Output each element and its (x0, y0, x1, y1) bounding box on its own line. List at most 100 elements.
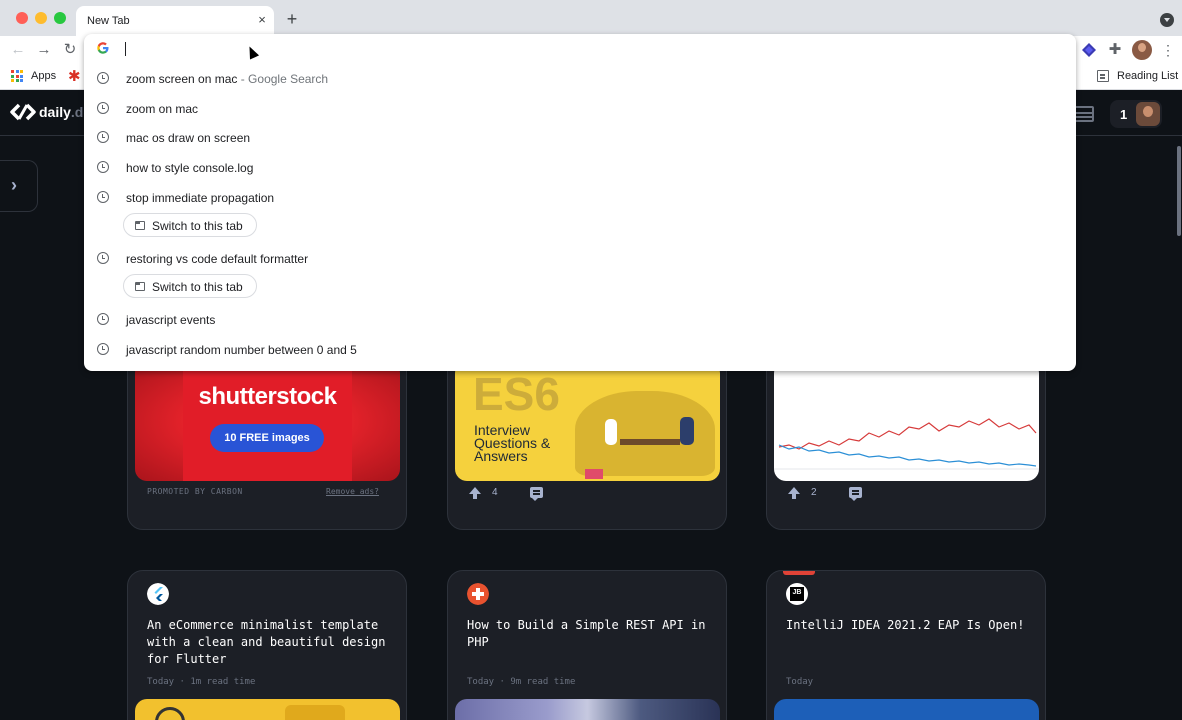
omnibox-dropdown: zoom screen on mac - Google Search zoom … (84, 34, 1076, 371)
sidebar-toggle-button[interactable]: › (0, 160, 38, 212)
bookmark-asterisk-icon[interactable]: ✱ (68, 67, 81, 85)
tab-switch-icon (134, 221, 145, 230)
comment-icon[interactable] (849, 487, 862, 501)
upvote-count: 2 (811, 487, 817, 498)
suggestion-text: stop immediate propagation (126, 191, 275, 205)
switch-to-tab-label: Switch to this tab (152, 280, 243, 294)
history-clock-icon (97, 161, 109, 173)
page-scrollbar[interactable] (1176, 136, 1182, 720)
switch-to-tab-button[interactable]: Switch to this tab (123, 274, 257, 298)
omnibox-suggestion[interactable]: mac os draw on screen (84, 123, 1076, 153)
article-card[interactable]: How to Build a Simple REST API in PHP To… (447, 570, 727, 720)
suggestion-text: restoring vs code default formatter (126, 252, 309, 266)
article-card[interactable]: 2 (766, 352, 1046, 530)
chevron-right-icon: › (11, 175, 17, 195)
es6-image-subtitle: Interview Questions & Answers (474, 422, 551, 464)
promoted-by-label: PROMOTED BY CARBON (147, 487, 243, 496)
omnibox-suggestion[interactable]: stop immediate propagation (84, 183, 1076, 213)
extension-gem-icon[interactable] (1081, 42, 1097, 58)
text-caret (125, 42, 126, 56)
suggestion-text: zoom on mac (126, 102, 199, 116)
promo-image[interactable]: shutterstock 10 FREE images (135, 361, 400, 481)
omnibox-suggestion[interactable]: restoring vs code default formatter (84, 244, 1076, 274)
omnibox-suggestion[interactable]: zoom on mac (84, 94, 1076, 124)
profile-avatar[interactable] (1132, 40, 1152, 60)
promoted-card[interactable]: shutterstock 10 FREE images PROMOTED BY … (127, 352, 407, 530)
omnibox-suggestion[interactable]: javascript events (84, 305, 1076, 335)
tab-close-icon[interactable]: × (255, 13, 269, 27)
article-title[interactable]: An eCommerce minimalist template with a … (147, 617, 397, 668)
reload-icon[interactable]: ↻ (61, 41, 79, 59)
suggestion-text: mac os draw on screen (126, 131, 251, 145)
article-card[interactable]: JB IntelliJ IDEA 2021.2 EAP Is Open! Tod… (766, 570, 1046, 720)
article-meta: Today · 9m read time (467, 677, 576, 687)
jetbrains-source-icon[interactable]: JB (786, 583, 808, 605)
article-title[interactable]: IntelliJ IDEA 2021.2 EAP Is Open! (786, 617, 1036, 634)
window-maximize-button[interactable] (54, 12, 66, 24)
graph-thumbnail (774, 361, 1039, 470)
tab-switch-icon (134, 282, 145, 291)
more-menu-icon[interactable]: ⋮ (1161, 42, 1175, 58)
reading-list-button[interactable]: Reading List (1117, 70, 1178, 82)
omnibox-suggestion[interactable]: javascript random number between 0 and 5 (84, 335, 1076, 365)
history-clock-icon (97, 131, 109, 143)
reading-list-icon[interactable] (1097, 70, 1109, 82)
forward-arrow-icon[interactable]: → (35, 41, 53, 59)
comment-icon[interactable] (530, 487, 543, 501)
es6-image-title: ES6 (473, 368, 560, 420)
history-clock-icon (97, 72, 109, 84)
article-image[interactable] (455, 699, 720, 720)
article-card[interactable]: An eCommerce minimalist template with a … (127, 570, 407, 720)
article-image[interactable] (774, 699, 1039, 720)
history-clock-icon (97, 313, 109, 325)
promo-brand: shutterstock (198, 383, 337, 410)
user-avatar (1136, 102, 1160, 126)
suggestion-text: how to style console.log (126, 161, 254, 175)
switch-to-tab-button[interactable]: Switch to this tab (123, 213, 257, 237)
scroll-thumb[interactable] (1177, 146, 1181, 236)
bookmark-apps[interactable]: Apps (31, 70, 56, 82)
card-actions: 2 (787, 484, 1027, 504)
suggestion-text: zoom screen on mac (126, 72, 238, 86)
tab-strip: New Tab × + (0, 0, 1182, 36)
flutter-source-icon[interactable] (147, 583, 169, 605)
history-clock-icon (97, 102, 109, 114)
reputation-badge[interactable]: 1 (1110, 100, 1162, 128)
upvote-icon[interactable] (468, 486, 482, 500)
tab-new-tab[interactable]: New Tab × (76, 6, 274, 36)
article-meta: Today · 1m read time (147, 677, 256, 687)
daily-logo-icon[interactable] (10, 103, 36, 121)
remove-ads-link[interactable]: Remove ads? (326, 487, 379, 496)
tab-search-icon[interactable] (1160, 13, 1174, 27)
window-close-button[interactable] (16, 12, 28, 24)
extensions-puzzle-icon[interactable]: ✚ (1107, 42, 1123, 58)
article-image[interactable] (774, 361, 1039, 481)
reputation-count: 1 (1120, 107, 1128, 122)
back-arrow-icon[interactable]: ← (9, 41, 27, 59)
history-clock-icon (97, 191, 109, 203)
omnibox-suggestion[interactable]: how to style console.log (84, 153, 1076, 183)
upvote-icon[interactable] (787, 486, 801, 500)
featured-badge (783, 571, 815, 575)
switch-to-tab-label: Switch to this tab (152, 219, 243, 233)
google-g-icon (97, 42, 109, 57)
medical-cross-source-icon[interactable] (467, 583, 489, 605)
article-title[interactable]: How to Build a Simple REST API in PHP (467, 617, 717, 651)
article-image[interactable]: ES6 Interview Questions & Answers (455, 361, 720, 481)
omnibox-suggestion[interactable]: zoom screen on mac - Google Search (84, 64, 1076, 94)
apps-grid-icon[interactable] (11, 70, 23, 82)
card-actions: 4 (468, 484, 708, 504)
article-image[interactable] (135, 699, 400, 720)
history-clock-icon (97, 252, 109, 264)
article-card[interactable]: ES6 Interview Questions & Answers 4 (447, 352, 727, 530)
window-minimize-button[interactable] (35, 12, 47, 24)
article-meta: Today (786, 677, 814, 687)
upvote-count: 4 (492, 487, 498, 498)
tab-title: New Tab (87, 15, 130, 27)
suggestion-text: javascript events (126, 313, 216, 327)
promo-cta: 10 FREE images (210, 424, 324, 452)
history-clock-icon (97, 343, 109, 355)
layout-toggle-icon[interactable] (1074, 106, 1094, 122)
suggestion-description: - Google Search (237, 72, 329, 86)
new-tab-button[interactable]: + (284, 10, 300, 28)
